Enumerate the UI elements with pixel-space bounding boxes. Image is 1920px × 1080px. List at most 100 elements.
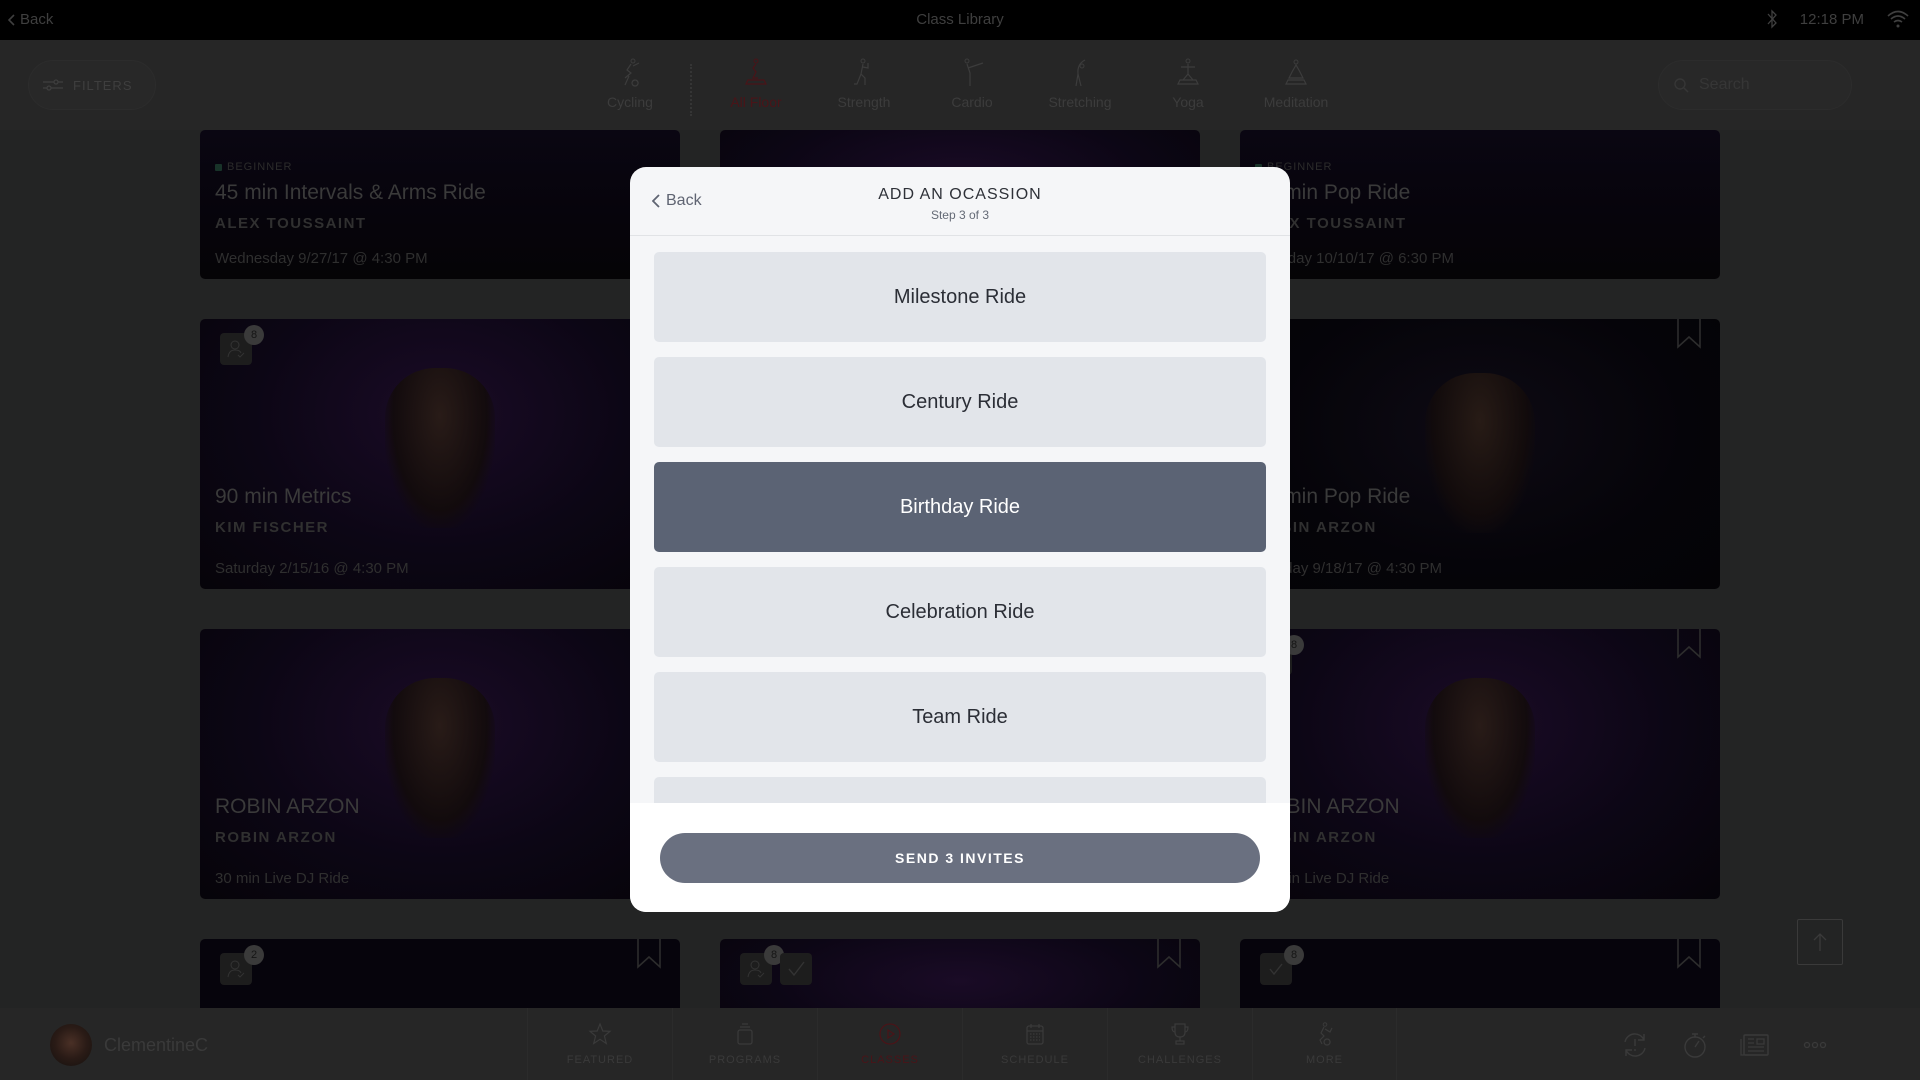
level-tag: BEGINNER <box>215 161 486 173</box>
modal-footer: SEND 3 INVITES <box>630 803 1290 912</box>
instructor-name: ALEX TOUSSAINT <box>215 215 367 232</box>
tab-label: Cardio <box>951 94 993 110</box>
bluetooth-icon <box>1767 9 1777 29</box>
tab-label: Stretching <box>1048 94 1112 110</box>
nav-challenges[interactable]: CHALLENGES <box>1107 1008 1252 1080</box>
send-invites-button[interactable]: SEND 3 INVITES <box>660 833 1260 883</box>
class-thumbnail <box>1425 677 1535 838</box>
tab-label: Meditation <box>1263 94 1329 110</box>
floor-icon <box>745 58 767 85</box>
user-check-icon <box>227 340 245 358</box>
tab-meditation[interactable]: Meditation <box>1242 58 1350 116</box>
tab-label: Yoga <box>1172 94 1204 110</box>
user-check-icon <box>227 960 245 978</box>
user-check-icon <box>747 960 765 978</box>
occasion-option[interactable]: Celebration Ride <box>654 567 1266 657</box>
news-icon[interactable] <box>1740 1030 1770 1060</box>
user-profile[interactable]: ClementineC <box>50 1024 208 1066</box>
clock: 12:18 PM <box>1799 10 1864 28</box>
friends-count: 2 <box>244 945 264 965</box>
category-tabs: Cycling All Floor Strength Cardio Stretc… <box>576 58 1350 116</box>
arrow-up-icon <box>1813 933 1827 951</box>
checkmark-icon <box>788 961 805 977</box>
class-card[interactable]: 8 ROBIN ARZON ROBIN ARZON 30 min Live DJ… <box>1240 629 1720 899</box>
more-dots-icon[interactable] <box>1800 1030 1830 1060</box>
nav-featured[interactable]: FEATURED <box>527 1008 672 1080</box>
tab-all-floor[interactable]: All Floor <box>702 58 810 116</box>
nav-programs[interactable]: PROGRAMS <box>672 1008 817 1080</box>
tab-stretching[interactable]: Stretching <box>1026 58 1134 116</box>
class-card[interactable]: ROBIN ARZON ROBIN ARZON 30 min Live DJ R… <box>200 629 680 899</box>
tab-cycling[interactable]: Cycling <box>576 58 684 116</box>
nav-more[interactable]: MORE <box>1252 1008 1397 1080</box>
star-icon <box>588 1022 612 1045</box>
sync-icon[interactable] <box>1620 1030 1650 1060</box>
programs-icon <box>737 1023 753 1045</box>
class-card[interactable]: 8 90 min Metrics KIM FISCHER Saturday 2/… <box>200 319 680 589</box>
friends-badge[interactable]: 8 <box>740 945 784 985</box>
scroll-to-top-button[interactable] <box>1797 919 1843 965</box>
nav-schedule[interactable]: SCHEDULE <box>962 1008 1107 1080</box>
modal-title: ADD AN OCASSION <box>878 186 1042 203</box>
search-input[interactable]: Search <box>1658 60 1852 110</box>
tab-label: Cycling <box>607 94 653 110</box>
occasion-option-selected[interactable]: Birthday Ride <box>654 462 1266 552</box>
screen-title: Class Library <box>916 11 1004 28</box>
class-card[interactable]: BEGINNER 45 min Intervals & Arms Ride AL… <box>200 130 680 279</box>
bookmark-icon[interactable] <box>1676 629 1702 659</box>
class-title: ROBIN ARZON <box>215 795 360 818</box>
modal-header: Back ADD AN OCASSION Step 3 of 3 <box>630 167 1290 236</box>
bookmark-icon[interactable] <box>1156 939 1182 969</box>
class-title: 45 min Intervals & Arms Ride <box>215 181 486 204</box>
class-card[interactable]: 45 min Pop Ride ROBIN ARZON Monday 9/18/… <box>1240 319 1720 589</box>
cardio-icon <box>964 58 984 86</box>
occasion-option[interactable] <box>654 777 1266 803</box>
occasion-option[interactable]: Century Ride <box>654 357 1266 447</box>
category-divider <box>690 64 692 116</box>
meditation-icon <box>1285 59 1307 85</box>
stopwatch-icon[interactable] <box>1680 1030 1710 1060</box>
occasion-list[interactable]: Milestone Ride Century Ride Birthday Rid… <box>630 237 1290 803</box>
nav-classes[interactable]: CLASSES <box>817 1008 962 1080</box>
cycling-icon <box>624 58 640 87</box>
bottom-nav: ClementineC FEATURED PROGRAMS CLASSES SC… <box>0 1008 1920 1080</box>
occasion-option[interactable]: Team Ride <box>654 672 1266 762</box>
class-library-screen: Back Class Library 12:18 PM FILTERS Cycl… <box>0 0 1920 1080</box>
instructor-name: ROBIN ARZON <box>215 829 337 846</box>
tab-yoga[interactable]: Yoga <box>1134 58 1242 116</box>
friends-badge[interactable]: 2 <box>220 945 264 985</box>
level-dot <box>215 163 222 171</box>
filters-button[interactable]: FILTERS <box>28 60 156 110</box>
bookmark-icon[interactable] <box>1676 939 1702 969</box>
search-placeholder: Search <box>1699 76 1750 93</box>
calendar-icon <box>1026 1024 1044 1045</box>
tab-strength[interactable]: Strength <box>810 58 918 116</box>
add-occasion-modal: Back ADD AN OCASSION Step 3 of 3 Milesto… <box>630 167 1290 912</box>
tab-cardio[interactable]: Cardio <box>918 58 1026 116</box>
search-icon <box>1674 78 1689 93</box>
bookmark-icon[interactable] <box>1676 319 1702 349</box>
instructor-name: KIM FISCHER <box>215 519 329 536</box>
utility-icons <box>1620 1030 1830 1060</box>
class-title: 90 min Metrics <box>215 485 352 508</box>
trophy-icon <box>1171 1023 1189 1045</box>
avatar <box>50 1024 92 1066</box>
friends-badge[interactable]: 8 <box>220 325 264 365</box>
strength-icon <box>854 58 869 85</box>
bookmark-icon[interactable] <box>636 939 662 969</box>
tab-label: All Floor <box>730 94 782 110</box>
class-card[interactable]: BEGINNER 45 min Pop Ride ALEX TOUSSAINT … <box>1240 130 1720 279</box>
completed-badge[interactable]: 8 <box>1260 945 1304 985</box>
stretching-icon <box>1075 59 1086 87</box>
friends-count: 8 <box>244 325 264 345</box>
username: ClementineC <box>104 1034 209 1055</box>
step-indicator: Step 3 of 3 <box>930 208 990 222</box>
sliders-icon <box>43 79 63 91</box>
filter-bar: FILTERS Cycling All Floor Strength Cardi… <box>0 40 1920 130</box>
wifi-icon <box>1887 10 1909 28</box>
friends-count: 8 <box>1284 945 1304 965</box>
yoga-icon <box>1177 58 1199 85</box>
checkmark-icon <box>1269 963 1283 976</box>
tab-label: Strength <box>837 94 891 110</box>
occasion-option[interactable]: Milestone Ride <box>654 252 1266 342</box>
